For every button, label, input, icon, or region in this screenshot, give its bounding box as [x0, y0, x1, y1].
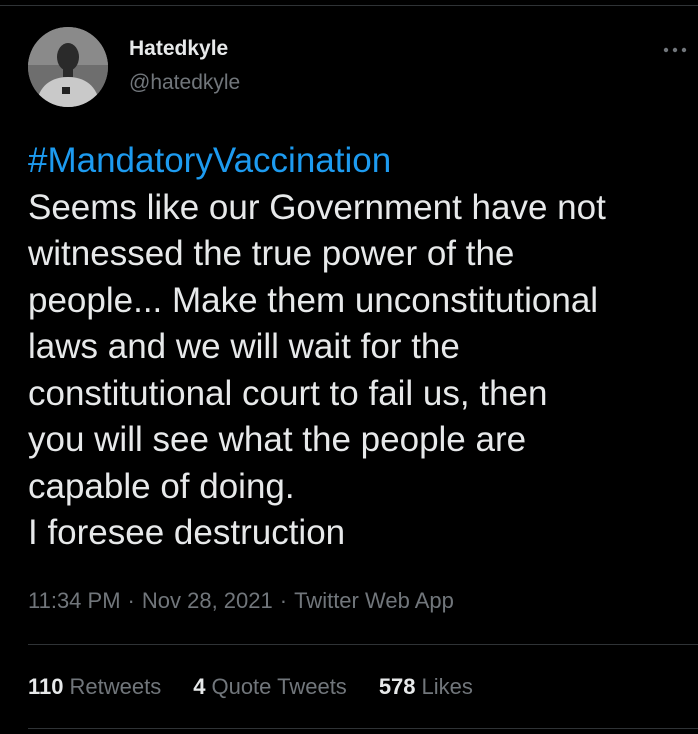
top-border [0, 5, 698, 6]
tweet-line: capable of doing. [28, 466, 295, 506]
author-display-name[interactable]: Hatedkyle [129, 37, 228, 61]
hashtag-link[interactable]: #MandatoryVaccination [28, 138, 688, 185]
quote-tweets-count: 4 [193, 674, 206, 699]
tweet-line: I foresee destruction [28, 513, 346, 552]
retweets-count: 110 [28, 674, 64, 699]
more-horizontal-icon[interactable] [660, 38, 690, 62]
divider [28, 644, 698, 645]
tweet-line: people... Make them unconstitutional [28, 280, 599, 320]
tweet-text: #MandatoryVaccination Seems like our Gov… [28, 138, 688, 557]
likes-label: Likes [421, 674, 473, 699]
tweet-line: witnessed the true power of the [28, 234, 515, 273]
avatar-photo [28, 27, 108, 107]
quote-tweets-label: Quote Tweets [211, 674, 347, 699]
tweet-line: laws and we will wait for the [28, 327, 460, 366]
tweet-line: constitutional court to fail us, then [28, 373, 548, 413]
likes-stat[interactable]: 578 Likes [379, 674, 473, 700]
retweets-stat[interactable]: 110 Retweets [28, 674, 161, 700]
timestamp-link[interactable]: 11:34 PM [28, 588, 121, 613]
meta-separator: · [127, 588, 135, 613]
tweet-stats: 110 Retweets 4 Quote Tweets 578 Likes [28, 674, 505, 700]
likes-count: 578 [378, 674, 416, 699]
divider [28, 728, 698, 729]
retweets-label: Retweets [69, 674, 162, 699]
date-link[interactable]: Nov 28, 2021 [142, 588, 273, 613]
source-link[interactable]: Twitter Web App [294, 588, 454, 613]
tweet-line: Seems like our Government have not [28, 187, 606, 227]
tweet-meta: 11:34 PM · Nov 28, 2021 · Twitter Web App [28, 588, 454, 614]
meta-separator: · [279, 588, 288, 613]
tweet-line: you will see what the people are [28, 420, 527, 459]
author-handle[interactable]: @hatedkyle [129, 71, 240, 95]
quote-tweets-stat[interactable]: 4 Quote Tweets [193, 674, 347, 700]
avatar[interactable] [28, 27, 108, 107]
